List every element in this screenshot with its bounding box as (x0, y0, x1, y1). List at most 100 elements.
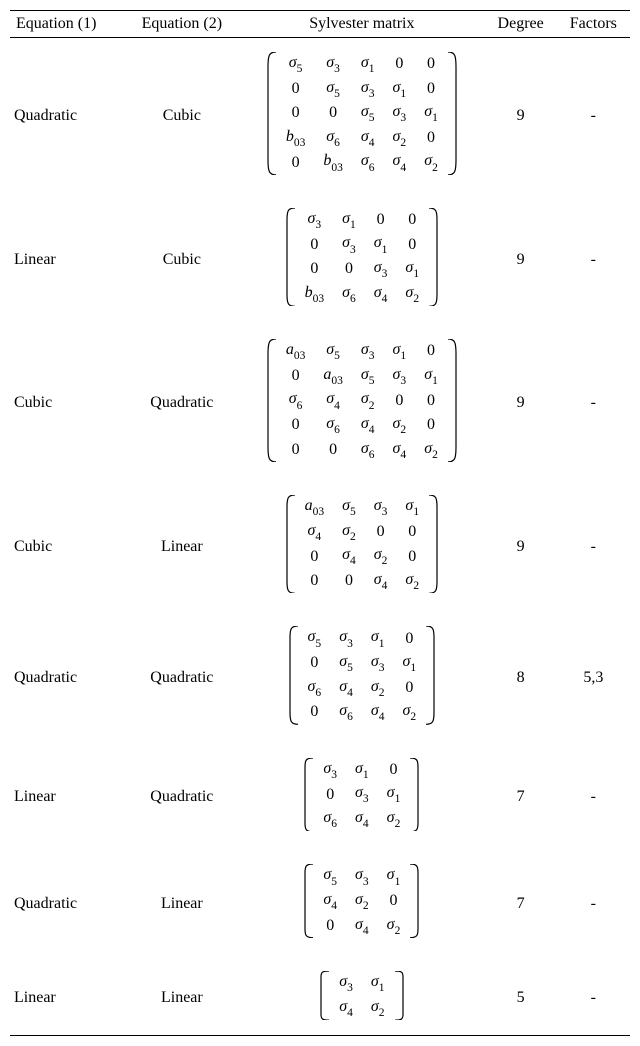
sylvester-cell: a03σ5σ3σ1σ4σ2000σ4σ2000σ4σ2 (239, 481, 484, 612)
matrix-row: σ5σ3σ100 (277, 52, 447, 77)
matrix-row: b03σ6σ4σ2 (296, 282, 428, 307)
matrix-row: σ3σ100 (296, 208, 428, 233)
paren-left-icon (304, 758, 314, 832)
matrix-cell: σ3 (365, 495, 397, 520)
matrix-grid: σ5σ3σ100σ5σ3σ1σ6σ4σ200σ6σ4σ2 (299, 626, 426, 724)
matrix-cell: σ3 (330, 971, 362, 996)
matrix-cell: σ1 (362, 971, 394, 996)
table-row: QuadraticQuadraticσ5σ3σ100σ5σ3σ1σ6σ4σ200… (10, 612, 630, 743)
matrix-cell: σ4 (330, 996, 362, 1021)
matrix-cell: σ4 (346, 914, 378, 939)
degree-cell: 5 (485, 957, 557, 1036)
matrix-row: 00σ3σ1 (296, 257, 428, 282)
degree-cell: 7 (485, 744, 557, 851)
matrix-cell: σ6 (352, 150, 384, 175)
matrix-cell: σ3 (296, 208, 334, 233)
paren-right-icon (394, 971, 404, 1020)
matrix-cell: σ1 (384, 339, 416, 364)
matrix-cell: 0 (296, 569, 334, 594)
matrix-cell: 0 (384, 388, 416, 413)
matrix-cell: σ3 (346, 864, 378, 889)
col-eq1: Equation (1) (10, 11, 125, 38)
paren-left-icon (320, 971, 330, 1020)
matrix-cell: σ6 (352, 438, 384, 463)
matrix-cell: σ6 (314, 126, 352, 151)
matrix-row: 0σ6σ4σ20 (277, 413, 447, 438)
matrix-cell: b03 (314, 150, 352, 175)
matrix-row: a03σ5σ3σ1 (296, 495, 428, 520)
eq1-cell: Cubic (10, 481, 125, 612)
sylvester-cell: σ5σ3σ1000σ5σ3σ1000σ5σ3σ1b03σ6σ4σ200b03σ6… (239, 38, 484, 194)
matrix-cell: σ5 (299, 626, 331, 651)
matrix-row: 0σ5σ3σ1 (299, 651, 426, 676)
matrix: σ3σ100σ3σ1σ6σ4σ2 (304, 758, 419, 832)
matrix-cell: σ2 (346, 889, 378, 914)
col-sylv: Sylvester matrix (239, 11, 484, 38)
paren-left-icon (286, 208, 296, 306)
eq2-cell: Quadratic (125, 325, 240, 481)
col-fac: Factors (557, 11, 630, 38)
matrix-row: σ4σ200 (296, 520, 428, 545)
matrix-cell: σ4 (314, 889, 346, 914)
matrix: σ5σ3σ1000σ5σ3σ1000σ5σ3σ1b03σ6σ4σ200b03σ6… (267, 52, 457, 175)
matrix-cell: 0 (314, 101, 352, 126)
sylvester-cell: σ5σ3σ100σ5σ3σ1σ6σ4σ200σ6σ4σ2 (239, 612, 484, 743)
table-row: CubicQuadratica03σ5σ3σ100a03σ5σ3σ1σ6σ4σ2… (10, 325, 630, 481)
matrix-row: σ3σ1 (330, 971, 393, 996)
matrix-row: σ3σ10 (314, 758, 409, 783)
matrix-cell: σ1 (362, 626, 394, 651)
matrix-cell: σ3 (352, 77, 384, 102)
sylvester-table: Equation (1) Equation (2) Sylvester matr… (10, 10, 630, 1036)
matrix-row: 0σ4σ2 (314, 914, 409, 939)
matrix-cell: 0 (299, 700, 331, 725)
matrix-cell: 0 (277, 364, 315, 389)
matrix-cell: σ1 (394, 651, 426, 676)
matrix-row: σ6σ4σ2 (314, 807, 409, 832)
matrix-cell: σ2 (415, 438, 447, 463)
degree-cell: 9 (485, 194, 557, 325)
matrix-cell: σ6 (330, 700, 362, 725)
matrix-cell: 0 (314, 782, 346, 807)
matrix-grid: σ5σ3σ1σ4σ200σ4σ2 (314, 864, 409, 938)
matrix-cell: b03 (277, 126, 315, 151)
matrix-cell: σ5 (314, 339, 352, 364)
table-row: LinearLinearσ3σ1σ4σ25- (10, 957, 630, 1036)
matrix-cell: σ4 (384, 438, 416, 463)
matrix-cell: σ1 (346, 758, 378, 783)
matrix-cell: σ5 (330, 651, 362, 676)
matrix-cell: σ2 (362, 996, 394, 1021)
sylvester-cell: σ3σ1σ4σ2 (239, 957, 484, 1036)
paren-right-icon (428, 495, 438, 593)
matrix-cell: 0 (415, 126, 447, 151)
col-eq2: Equation (2) (125, 11, 240, 38)
matrix-cell: 0 (396, 544, 428, 569)
matrix-cell: a03 (314, 364, 352, 389)
paren-right-icon (409, 758, 419, 832)
eq2-cell: Linear (125, 850, 240, 957)
matrix: σ3σ1σ4σ2 (320, 971, 403, 1020)
matrix-cell: 0 (277, 413, 315, 438)
matrix-cell: σ2 (333, 520, 365, 545)
matrix-row: 0σ3σ1 (314, 782, 409, 807)
matrix-cell: σ3 (314, 52, 352, 77)
matrix-cell: σ4 (365, 282, 397, 307)
matrix-cell: σ1 (378, 864, 410, 889)
eq2-cell: Cubic (125, 38, 240, 194)
matrix-cell: 0 (384, 52, 416, 77)
eq2-cell: Cubic (125, 194, 240, 325)
factors-cell: - (557, 957, 630, 1036)
matrix-row: 00σ5σ3σ1 (277, 101, 447, 126)
matrix-cell: σ3 (362, 651, 394, 676)
matrix-grid: σ3σ1σ4σ2 (330, 971, 393, 1020)
factors-cell: - (557, 194, 630, 325)
matrix-cell: σ2 (394, 700, 426, 725)
matrix-row: σ4σ2 (330, 996, 393, 1021)
matrix-cell: σ4 (384, 150, 416, 175)
eq2-cell: Quadratic (125, 744, 240, 851)
matrix-cell: σ1 (415, 101, 447, 126)
matrix-cell: 0 (365, 520, 397, 545)
matrix-row: σ6σ4σ200 (277, 388, 447, 413)
matrix-cell: σ2 (396, 282, 428, 307)
matrix-cell: σ4 (314, 388, 352, 413)
matrix-cell: 0 (299, 651, 331, 676)
